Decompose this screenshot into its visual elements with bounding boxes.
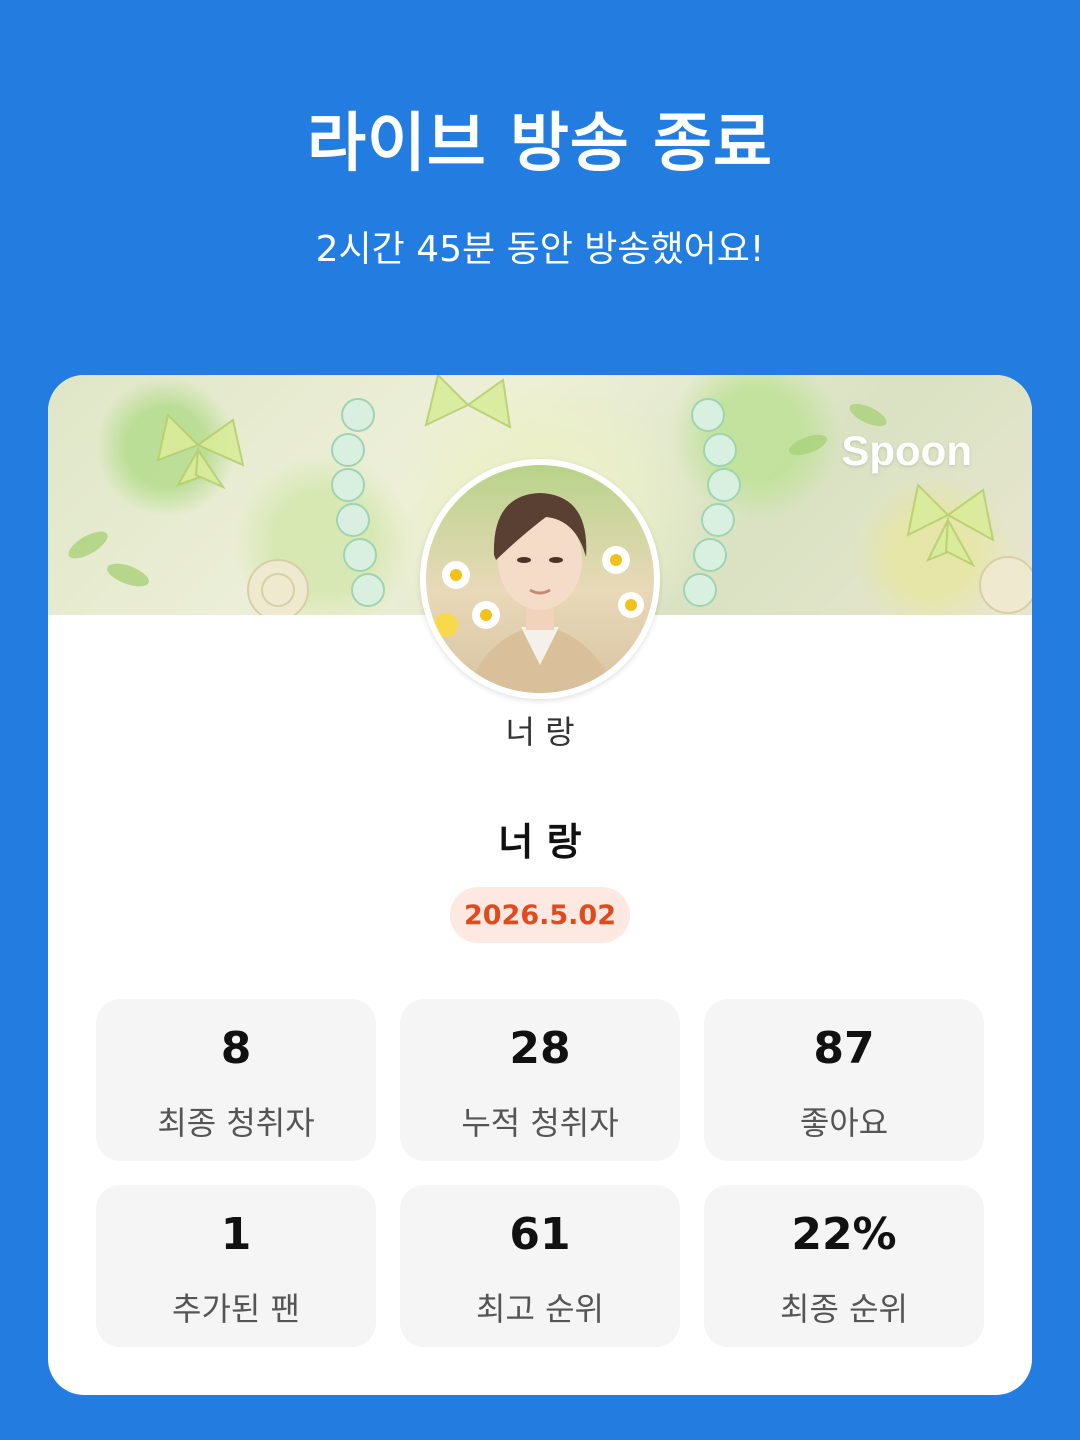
stat-label: 누적 청취자 (461, 1104, 619, 1142)
live-end-screen: 라이브 방송 종료 2시간 45분 동안 방송했어요! Spoon 너 랑 너 … (0, 0, 1080, 1440)
stat-label: 좋아요 (799, 1104, 889, 1142)
broadcast-duration-text: 2시간 45분 동안 방송했어요! (315, 229, 765, 270)
stat-value: 28 (509, 1023, 571, 1074)
stat-value: 1 (220, 1209, 252, 1260)
stat-total-listeners: 28 누적 청취자 (400, 999, 680, 1161)
stat-value: 61 (509, 1209, 571, 1260)
stat-label: 최고 순위 (476, 1290, 604, 1328)
live-summary-card: Spoon 너 랑 너 랑 2026.5.02 8 최종 청취자 28 누적 청… (48, 375, 1032, 1395)
stat-value: 8 (220, 1023, 252, 1074)
stat-label: 최종 청취자 (157, 1104, 315, 1142)
stat-label: 추가된 팬 (172, 1290, 300, 1328)
live-title: 너 랑 (498, 820, 582, 864)
date-badge: 2026.5.02 (450, 887, 630, 943)
page-title: 라이브 방송 종료 (307, 107, 773, 181)
avatar[interactable] (420, 459, 660, 699)
stat-value: 22% (791, 1209, 897, 1260)
stats-grid: 8 최종 청취자 28 누적 청취자 87 좋아요 1 추가된 팬 61 최고 … (96, 999, 984, 1347)
stat-final-rank: 22% 최종 순위 (704, 1185, 984, 1347)
stat-new-fans: 1 추가된 팬 (96, 1185, 376, 1347)
stat-final-listeners: 8 최종 청취자 (96, 999, 376, 1161)
stat-value: 87 (813, 1023, 875, 1074)
stat-best-rank: 61 최고 순위 (400, 1185, 680, 1347)
spoon-logo: Spoon (841, 427, 972, 474)
dj-nickname: 너 랑 (505, 713, 575, 751)
stat-likes: 87 좋아요 (704, 999, 984, 1161)
stat-label: 최종 순위 (780, 1290, 908, 1328)
